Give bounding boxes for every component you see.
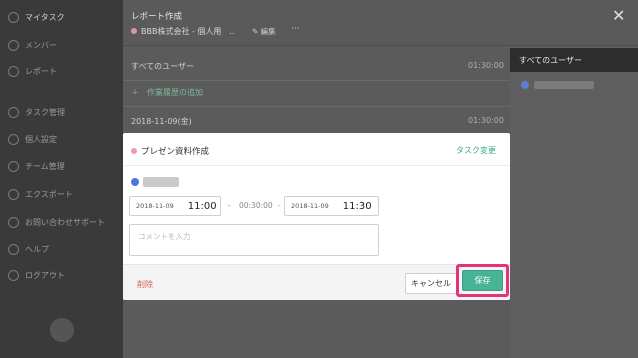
sidebar-item-report[interactable]: レポート xyxy=(8,63,57,79)
sidebar-item-support[interactable]: お問い合わせサポート xyxy=(8,214,105,230)
start-time[interactable]: 11:00 xyxy=(188,201,217,212)
sidebar-item-mytask[interactable]: マイタスク xyxy=(8,9,65,25)
user-panel-header: すべてのユーザー xyxy=(510,48,638,72)
download-icon xyxy=(8,188,19,200)
dialog-footer: 削除 キャンセル xyxy=(123,264,510,300)
sidebar-item-label: エクスポート xyxy=(25,189,73,199)
person-icon xyxy=(8,133,19,145)
start-datetime-field[interactable]: 2018-11-09 11:00 xyxy=(129,196,221,216)
date-label: 2018-11-09(金) xyxy=(131,117,192,126)
more-icon[interactable]: ··· xyxy=(291,24,300,34)
chat-icon xyxy=(8,216,19,228)
work-entry-dialog: プレゼン資料作成 タスク変更 2018-11-09 11:00 – 00:30:… xyxy=(123,133,510,300)
user-name-redacted xyxy=(143,177,179,187)
date-time: 01:30:00 xyxy=(468,116,504,125)
sidebar-item-label: タスク管理 xyxy=(25,107,65,117)
help-icon xyxy=(8,243,19,255)
divider xyxy=(123,80,510,81)
end-date[interactable]: 2018-11-09 xyxy=(285,202,329,210)
all-users-time: 01:30:00 xyxy=(468,61,504,70)
task-title: プレゼン資料作成 xyxy=(141,147,210,157)
close-icon[interactable]: ✕ xyxy=(612,6,625,25)
dash: – xyxy=(227,201,231,210)
add-history-link[interactable]: ＋ 作業履歴の追加 xyxy=(131,87,203,98)
task-color-dot xyxy=(131,148,137,154)
sidebar-item-label: レポート xyxy=(25,66,57,76)
sidebar: マイタスク メンバー レポート タスク管理 個人設定 チーム管理 エクスポート … xyxy=(0,0,123,358)
gear-icon xyxy=(8,106,19,118)
sidebar-item-task-management[interactable]: タスク管理 xyxy=(8,104,65,120)
user-icon xyxy=(8,39,19,51)
sidebar-item-members[interactable]: メンバー xyxy=(8,37,57,53)
delete-button[interactable]: 削除 xyxy=(137,279,153,290)
home-icon xyxy=(8,11,19,23)
all-users-label: すべてのユーザー xyxy=(131,62,194,71)
edit-button[interactable]: ✎ 編集 xyxy=(252,26,276,37)
clock-icon xyxy=(8,65,19,77)
cancel-button[interactable]: キャンセル xyxy=(405,273,457,294)
project-name[interactable]: BBB株式会社 - 個人用 .. xyxy=(141,26,235,37)
project-color-dot xyxy=(131,28,137,34)
sidebar-item-help[interactable]: ヘルプ xyxy=(8,241,49,257)
team-icon xyxy=(8,160,19,172)
app-logo-icon xyxy=(50,318,74,342)
dash: – xyxy=(277,201,281,210)
sidebar-item-team-management[interactable]: チーム管理 xyxy=(8,158,65,174)
user-name-redacted[interactable] xyxy=(534,81,594,89)
end-time[interactable]: 11:30 xyxy=(343,201,372,212)
logout-icon xyxy=(8,269,19,281)
save-button[interactable]: 保存 xyxy=(462,270,503,291)
divider xyxy=(123,106,510,107)
sidebar-item-label: ヘルプ xyxy=(25,244,49,254)
sidebar-item-label: メンバー xyxy=(25,40,57,50)
change-task-link[interactable]: タスク変更 xyxy=(456,145,496,156)
avatar xyxy=(131,178,139,186)
report-header xyxy=(123,0,638,46)
sidebar-item-label: マイタスク xyxy=(25,12,65,22)
end-datetime-field[interactable]: 2018-11-09 11:30 xyxy=(284,196,379,216)
sidebar-item-logout[interactable]: ログアウト xyxy=(8,267,65,283)
comment-input[interactable] xyxy=(129,224,379,256)
divider xyxy=(123,165,510,166)
sidebar-item-label: チーム管理 xyxy=(25,161,65,171)
sidebar-item-label: 個人設定 xyxy=(25,134,57,144)
avatar xyxy=(521,81,529,89)
duration-value: 00:30:00 xyxy=(239,201,273,210)
sidebar-item-export[interactable]: エクスポート xyxy=(8,186,73,202)
sidebar-item-label: お問い合わせサポート xyxy=(25,217,105,227)
page-title: レポート作成 xyxy=(131,12,183,22)
start-date[interactable]: 2018-11-09 xyxy=(130,202,174,210)
sidebar-item-label: ログアウト xyxy=(25,270,65,280)
sidebar-item-personal-settings[interactable]: 個人設定 xyxy=(8,131,57,147)
